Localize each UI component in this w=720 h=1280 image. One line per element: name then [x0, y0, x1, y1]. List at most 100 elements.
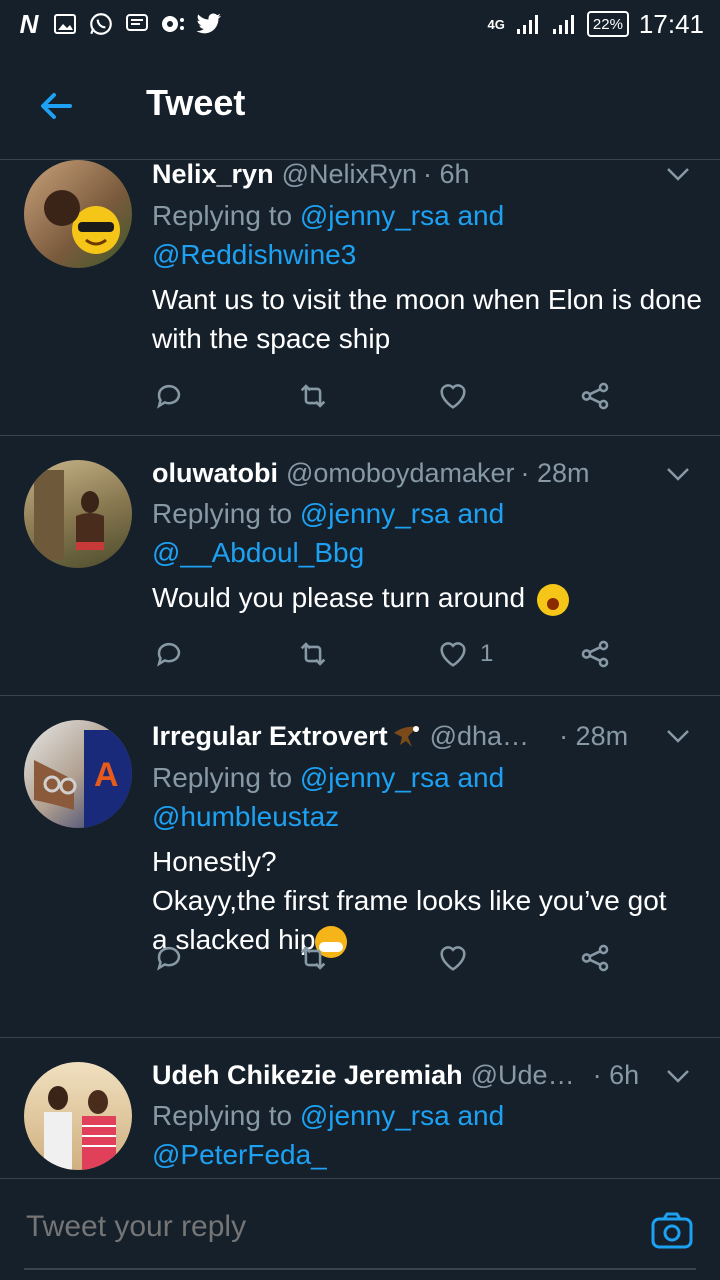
tweet-header: Nelix_ryn @NelixRyn · 6h: [152, 160, 700, 194]
avatar[interactable]: [24, 160, 132, 268]
replying-prefix: Replying to: [152, 200, 293, 231]
system-status: 4G 22% 17:41: [488, 9, 704, 40]
reply-icon: [157, 946, 181, 971]
timestamp: · 6h: [592, 1059, 640, 1090]
reply-input[interactable]: [24, 1209, 588, 1245]
share-button[interactable]: [578, 376, 612, 416]
gallery-icon: [52, 11, 78, 37]
user-handle[interactable]: @dha…: [430, 721, 529, 752]
replying-prefix: Replying to: [152, 498, 293, 529]
retweet-button[interactable]: [296, 634, 330, 674]
display-name[interactable]: Irregular Extrovert: [152, 721, 388, 752]
like-button[interactable]: [436, 938, 480, 978]
tweet-text-body: Would you please turn around: [152, 582, 526, 613]
timestamp: · 6h: [423, 160, 470, 189]
replying-to: Replying to @jenny_rsa and @__Abdoul_Bbg: [152, 494, 692, 572]
tweet-actions: 1: [152, 634, 632, 674]
replying-prefix: Replying to: [152, 1100, 293, 1131]
tweet-text: Would you please turn around: [152, 578, 712, 617]
status-bar: N 4G 22% 17:41: [0, 0, 720, 48]
tweet-header: Irregular Extrovert @dha… · 28m: [152, 716, 700, 756]
replying-to: Replying to @jenny_rsa and @PeterFeda_: [152, 1096, 692, 1174]
notification-icons: N: [16, 8, 222, 39]
avatar[interactable]: [24, 1062, 132, 1170]
heart-icon: [440, 946, 466, 971]
replying-to: Replying to @jenny_rsa and @Reddishwine3: [152, 196, 692, 274]
page-title: Tweet: [146, 82, 246, 123]
surprised-emoji-icon: [536, 583, 569, 616]
reply-button[interactable]: [152, 376, 186, 416]
retweet-icon: [300, 946, 326, 970]
retweet-icon: [300, 642, 326, 666]
reply-button[interactable]: [152, 634, 186, 674]
retweet-button[interactable]: [296, 376, 330, 416]
user-handle[interactable]: @NelixRyn: [282, 160, 417, 190]
like-count: 1: [480, 640, 494, 667]
chevron-down-icon[interactable]: [664, 722, 692, 750]
mention-link[interactable]: @Reddishwine3: [152, 239, 356, 270]
timestamp: · 28m: [559, 720, 629, 751]
display-name[interactable]: oluwatobi: [152, 458, 278, 489]
reply-icon: [157, 384, 181, 409]
share-button[interactable]: [578, 938, 612, 978]
tweet-header: Udeh Chikezie Jeremiah @Ude… · 6h: [152, 1055, 700, 1095]
like-button[interactable]: [436, 376, 480, 416]
network-type: 4G: [487, 16, 505, 32]
camera-icon[interactable]: [650, 1209, 694, 1253]
music-icon: [160, 11, 186, 37]
avatar[interactable]: [24, 460, 132, 568]
mention-link[interactable]: @jenny_rsa and: [300, 200, 504, 231]
svg-text:A: A: [94, 756, 119, 794]
mention-link[interactable]: @__Abdoul_Bbg: [152, 537, 364, 568]
mention-link[interactable]: @humbleustaz: [152, 801, 339, 832]
signal-icon: [515, 11, 541, 37]
app-bar: Tweet: [0, 48, 720, 160]
avatar[interactable]: A: [24, 720, 132, 828]
tweet-item[interactable]: Udeh Chikezie Jeremiah @Ude… · 6h Replyi…: [0, 1038, 720, 1178]
heart-icon: [440, 642, 466, 667]
reply-button[interactable]: [152, 938, 186, 978]
replies-feed[interactable]: Nelix_ryn @NelixRyn · 6h Replying to @je…: [0, 160, 720, 1178]
user-handle[interactable]: @omoboydamaker: [286, 458, 515, 489]
tweet-item[interactable]: oluwatobi @omoboydamaker · 28m Replying …: [0, 436, 720, 696]
tweet-actions: [152, 376, 632, 416]
signal-icon-2: [551, 11, 577, 37]
mention-link[interactable]: @jenny_rsa and: [300, 498, 504, 529]
divider: [24, 1268, 696, 1270]
share-button[interactable]: [578, 634, 612, 674]
tweet-text-line: Okayy,the first frame looks like you’ve …: [152, 885, 667, 916]
share-icon: [581, 640, 609, 668]
mention-link[interactable]: @PeterFeda_: [152, 1139, 327, 1170]
chevron-down-icon[interactable]: [664, 1062, 692, 1090]
timestamp: · 28m: [520, 457, 590, 488]
retweet-button[interactable]: [296, 938, 330, 978]
chevron-down-icon[interactable]: [664, 160, 692, 188]
tweet-text: Want us to visit the moon when Elon is d…: [152, 284, 702, 354]
user-handle[interactable]: @Ude…: [471, 1060, 575, 1091]
reply-icon: [157, 642, 181, 667]
mention-link[interactable]: @jenny_rsa and: [300, 762, 504, 793]
replying-to: Replying to @jenny_rsa and @humbleustaz: [152, 758, 692, 836]
tweet-actions: [152, 938, 632, 978]
share-icon: [581, 382, 609, 410]
tweet-text-line: Honestly?: [152, 846, 277, 877]
display-name[interactable]: Nelix_ryn: [152, 160, 274, 190]
retweet-icon: [300, 384, 326, 408]
clock: 17:41: [638, 8, 704, 39]
display-name[interactable]: Udeh Chikezie Jeremiah: [152, 1060, 463, 1091]
twitter-bird-icon: [196, 11, 222, 37]
back-arrow-icon[interactable]: [36, 86, 76, 126]
news-app-icon: N: [19, 8, 39, 39]
eagle-emoji-icon: [392, 721, 422, 751]
reply-composer: [0, 1178, 720, 1280]
replying-prefix: Replying to: [152, 762, 293, 793]
heart-icon: [440, 384, 466, 409]
like-button[interactable]: 1: [436, 634, 493, 674]
share-icon: [581, 944, 609, 972]
message-icon: [124, 11, 150, 37]
mention-link[interactable]: @jenny_rsa and: [300, 1100, 504, 1131]
tweet-item[interactable]: Nelix_ryn @NelixRyn · 6h Replying to @je…: [0, 160, 720, 436]
tweet-item[interactable]: A Irregular Extrovert @dha… · 28m Replyi…: [0, 696, 720, 1038]
chevron-down-icon[interactable]: [664, 460, 692, 488]
whatsapp-icon: [88, 11, 114, 37]
